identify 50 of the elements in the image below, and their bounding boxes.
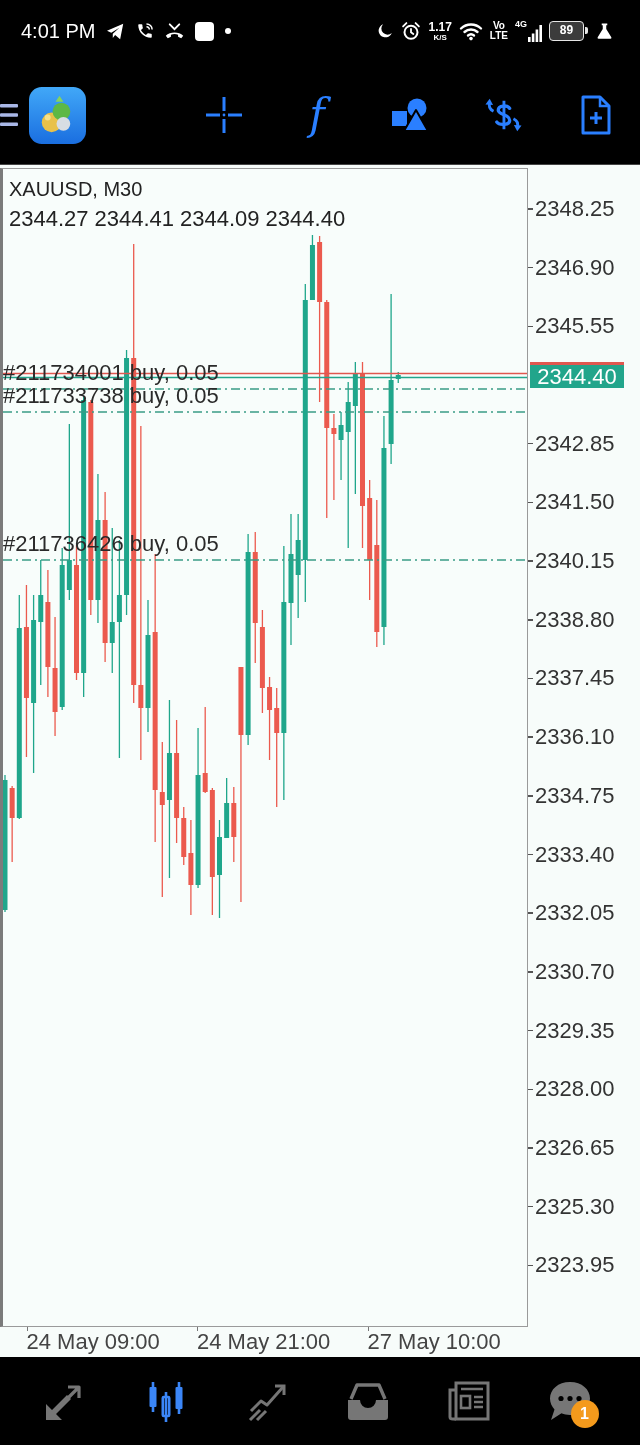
flask-icon — [595, 21, 614, 41]
price-axis-label: 2337.45 — [535, 667, 615, 690]
ohlc-value: 2344.27 — [9, 208, 89, 230]
shapes-icon[interactable] — [391, 97, 429, 133]
signal-icon — [528, 24, 542, 42]
price-axis-label: 2328.00 — [535, 1078, 615, 1101]
price-axis-label: 2348.25 — [535, 198, 615, 220]
price-axis-label: 2325.30 — [535, 1195, 615, 1218]
price-axis-label: 2326.65 — [535, 1137, 615, 1159]
price-axis-label: 2323.95 — [535, 1254, 615, 1277]
chart-symbol: XAUUSD, M30 — [9, 179, 144, 199]
app-logo-icon[interactable] — [29, 86, 86, 144]
ohlc-value: 2344.41 — [94, 208, 175, 230]
status-time: 4:01 PM — [21, 21, 96, 41]
crosshair-icon[interactable] — [205, 96, 243, 134]
current-price-tag: 2344.40 — [530, 361, 624, 388]
phone-arrow-icon — [165, 21, 185, 41]
price-axis-label: 2346.90 — [535, 256, 615, 279]
price-axis-label: 2334.75 — [535, 784, 615, 807]
price-axis-label: 2333.40 — [535, 843, 615, 866]
price-axis-label: 2341.50 — [535, 491, 615, 514]
price-axis-label: 2332.05 — [535, 902, 615, 925]
time-axis-label: 27 May 10:00 — [367, 1329, 501, 1354]
call-icon — [136, 22, 155, 40]
ohlc-value: 2344.09 — [180, 208, 260, 230]
notification-badge: 1 — [570, 1400, 599, 1428]
send-icon — [106, 22, 126, 40]
volte-label: Vo — [492, 21, 505, 31]
ohlc-value: 2344.40 — [265, 208, 346, 230]
time-axis-label: 24 May 21:00 — [197, 1329, 331, 1354]
price-axis-label: 2338.80 — [535, 608, 615, 631]
new-document-icon[interactable] — [580, 95, 612, 135]
price-axis-label: 2345.55 — [535, 315, 615, 338]
time-axis-label: 24 May 09:00 — [26, 1329, 160, 1354]
volte-label: LTE — [489, 31, 508, 41]
menu-icon[interactable] — [0, 103, 18, 127]
price-axis-label: 2336.10 — [535, 726, 615, 749]
price-axis-label: 2329.35 — [535, 1019, 615, 1042]
price-axis-label: 2330.70 — [535, 960, 615, 983]
dollar-arrows-icon[interactable] — [482, 96, 524, 134]
alarm-clock-icon — [401, 21, 422, 41]
dot-icon — [225, 28, 232, 34]
price-axis-label: 2340.15 — [535, 550, 615, 573]
network-speed: 1.17 — [428, 20, 452, 33]
square-icon — [195, 21, 215, 41]
function-button[interactable]: f — [303, 94, 331, 136]
wifi-icon — [458, 21, 483, 41]
network-type: 4G — [515, 20, 527, 29]
network-speed-unit: K/S — [433, 32, 447, 42]
price-axis-label: 2342.85 — [535, 432, 615, 455]
